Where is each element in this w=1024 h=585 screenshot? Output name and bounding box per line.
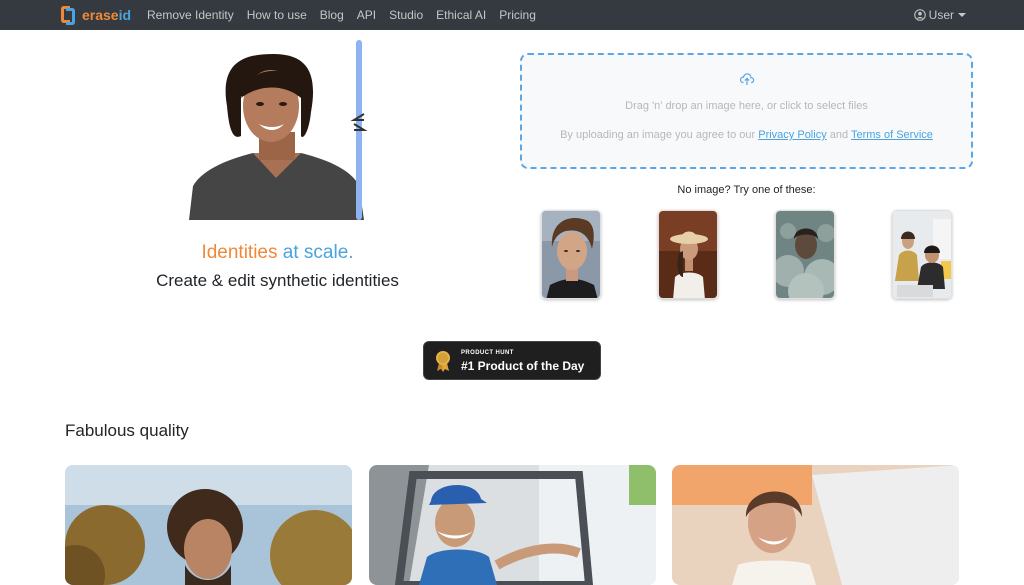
quality-image-smiling-woman [672,465,959,585]
hero-subtitle: Create & edit synthetic identities [156,271,399,290]
hero-tagline: Identities at scale. [201,242,354,263]
nav-link-remove-identity[interactable]: Remove Identity [147,8,234,22]
nav-links: Remove Identity How to use Blog API Stud… [147,0,549,30]
cloud-upload-icon [739,73,755,85]
image-upload-dropzone[interactable]: Drag 'n' drop an image here, or click to… [520,53,973,169]
chevron-down-icon [958,13,966,17]
user-menu-label: User [928,8,954,22]
brand-logo-link[interactable]: eraseid [60,5,131,25]
quality-section-title: Fabulous quality [65,421,189,440]
brand-name: eraseid [82,7,132,23]
compare-arrows-icon[interactable] [348,110,370,136]
privacy-policy-link[interactable]: Privacy Policy [758,129,826,141]
sample-images-heading: No image? Try one of these: [677,184,816,196]
sample-image-man-smoke[interactable] [775,210,835,299]
quality-image-curly-hair-man [65,465,352,585]
terms-of-service-link[interactable]: Terms of Service [851,129,933,141]
product-hunt-label: PRODUCT HUNT [461,350,514,356]
eraseid-logo-icon [60,5,76,25]
sample-image-woman-hat[interactable] [658,210,718,299]
nav-link-studio[interactable]: Studio [389,8,423,22]
nav-link-api[interactable]: API [357,8,376,22]
sample-image-two-people-laptop[interactable] [892,210,952,299]
user-menu-dropdown[interactable]: User [913,0,966,30]
product-hunt-badge[interactable]: PRODUCT HUNT #1 Product of the Day [423,341,601,380]
dropzone-terms: By uploading an image you agree to our P… [560,129,933,141]
product-hunt-title: #1 Product of the Day [461,359,585,373]
hero-portrait-image [189,40,364,220]
dropzone-prompt: Drag 'n' drop an image here, or click to… [625,100,868,112]
top-navbar: eraseid Remove Identity How to use Blog … [0,0,1024,30]
quality-image-delivery-driver [369,465,656,585]
medal-icon [436,351,450,372]
nav-link-blog[interactable]: Blog [320,8,344,22]
nav-link-pricing[interactable]: Pricing [499,8,536,22]
nav-link-how-to-use[interactable]: How to use [247,8,307,22]
nav-link-ethical-ai[interactable]: Ethical AI [436,8,486,22]
user-circle-icon [913,9,926,21]
sample-image-man-portrait[interactable] [541,210,601,299]
